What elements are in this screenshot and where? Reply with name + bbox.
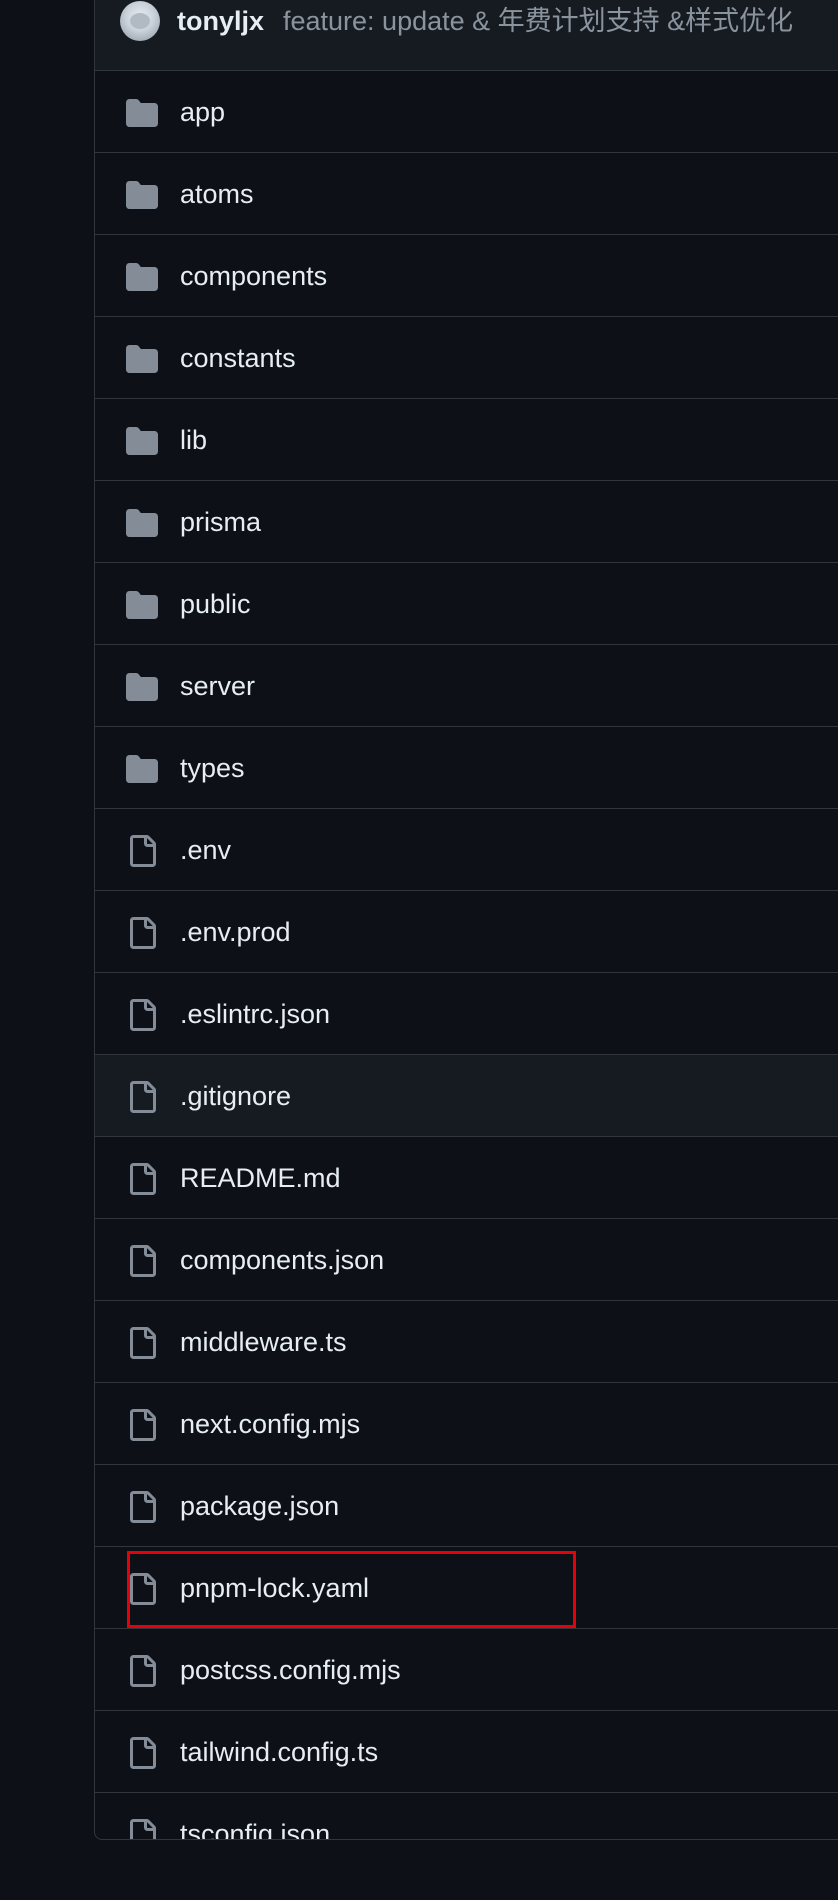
file-name-link[interactable]: package.json bbox=[180, 1465, 339, 1547]
file-row-file[interactable]: postcss.config.mjs bbox=[95, 1629, 838, 1711]
folder-icon bbox=[126, 671, 158, 703]
file-row-folder[interactable]: constants bbox=[95, 317, 838, 399]
file-row-file[interactable]: .env bbox=[95, 809, 838, 891]
file-name-link[interactable]: types bbox=[180, 727, 245, 809]
folder-icon bbox=[126, 261, 158, 293]
file-list-container: tonyljx feature: update & 年费计划支持 &样式优化 a… bbox=[94, 0, 838, 1840]
file-name-link[interactable]: .env.prod bbox=[180, 891, 291, 973]
commit-message-link[interactable]: feature: update & 年费计划支持 &样式优化 bbox=[283, 1, 793, 41]
file-row-file[interactable]: .env.prod bbox=[95, 891, 838, 973]
file-row-file[interactable]: .eslintrc.json bbox=[95, 973, 838, 1055]
file-icon bbox=[126, 1081, 158, 1113]
commit-author-link[interactable]: tonyljx bbox=[177, 1, 264, 41]
file-row-file[interactable]: tsconfig.json bbox=[95, 1793, 838, 1839]
file-name-link[interactable]: prisma bbox=[180, 481, 261, 563]
file-icon bbox=[126, 835, 158, 867]
file-row-file[interactable]: pnpm-lock.yaml bbox=[95, 1547, 838, 1629]
file-icon bbox=[126, 917, 158, 949]
file-icon bbox=[126, 1163, 158, 1195]
file-row-folder[interactable]: types bbox=[95, 727, 838, 809]
file-name-link[interactable]: tsconfig.json bbox=[180, 1793, 330, 1839]
file-name-link[interactable]: atoms bbox=[180, 153, 254, 235]
file-name-link[interactable]: next.config.mjs bbox=[180, 1383, 360, 1465]
file-icon bbox=[126, 1573, 158, 1605]
file-name-link[interactable]: README.md bbox=[180, 1137, 341, 1219]
file-rows: app atoms components constants lib prisma publ… bbox=[95, 71, 838, 1839]
file-icon bbox=[126, 1409, 158, 1441]
file-row-folder[interactable]: atoms bbox=[95, 153, 838, 235]
file-icon bbox=[126, 1655, 158, 1687]
file-icon bbox=[126, 999, 158, 1031]
file-name-link[interactable]: postcss.config.mjs bbox=[180, 1629, 401, 1711]
file-row-file[interactable]: next.config.mjs bbox=[95, 1383, 838, 1465]
file-icon bbox=[126, 1327, 158, 1359]
file-row-file[interactable]: .gitignore bbox=[95, 1055, 838, 1137]
folder-icon bbox=[126, 425, 158, 457]
folder-icon bbox=[126, 97, 158, 129]
file-icon bbox=[126, 1737, 158, 1769]
file-row-file[interactable]: tailwind.config.ts bbox=[95, 1711, 838, 1793]
file-row-folder[interactable]: prisma bbox=[95, 481, 838, 563]
file-name-link[interactable]: components.json bbox=[180, 1219, 384, 1301]
file-name-link[interactable]: app bbox=[180, 71, 225, 153]
latest-commit-header: tonyljx feature: update & 年费计划支持 &样式优化 bbox=[95, 0, 838, 71]
file-name-link[interactable]: .eslintrc.json bbox=[180, 973, 330, 1055]
file-row-folder[interactable]: lib bbox=[95, 399, 838, 481]
folder-icon bbox=[126, 179, 158, 211]
file-name-link[interactable]: middleware.ts bbox=[180, 1301, 347, 1383]
file-row-folder[interactable]: app bbox=[95, 71, 838, 153]
file-name-link[interactable]: pnpm-lock.yaml bbox=[180, 1547, 369, 1629]
file-name-link[interactable]: tailwind.config.ts bbox=[180, 1711, 378, 1793]
file-row-file[interactable]: package.json bbox=[95, 1465, 838, 1547]
file-name-link[interactable]: constants bbox=[180, 317, 296, 399]
author-avatar[interactable] bbox=[120, 1, 160, 41]
file-name-link[interactable]: public bbox=[180, 563, 251, 645]
file-row-file[interactable]: middleware.ts bbox=[95, 1301, 838, 1383]
file-row-folder[interactable]: components bbox=[95, 235, 838, 317]
folder-icon bbox=[126, 343, 158, 375]
file-row-file[interactable]: README.md bbox=[95, 1137, 838, 1219]
folder-icon bbox=[126, 753, 158, 785]
file-name-link[interactable]: server bbox=[180, 645, 255, 727]
file-row-folder[interactable]: public bbox=[95, 563, 838, 645]
file-icon bbox=[126, 1245, 158, 1277]
file-row-folder[interactable]: server bbox=[95, 645, 838, 727]
file-icon bbox=[126, 1491, 158, 1523]
page: tonyljx feature: update & 年费计划支持 &样式优化 a… bbox=[0, 0, 838, 1900]
file-name-link[interactable]: lib bbox=[180, 399, 207, 481]
folder-icon bbox=[126, 507, 158, 539]
folder-icon bbox=[126, 589, 158, 621]
file-name-link[interactable]: components bbox=[180, 235, 327, 317]
file-row-file[interactable]: components.json bbox=[95, 1219, 838, 1301]
file-icon bbox=[126, 1819, 158, 1839]
file-name-link[interactable]: .gitignore bbox=[180, 1055, 291, 1137]
file-name-link[interactable]: .env bbox=[180, 809, 231, 891]
